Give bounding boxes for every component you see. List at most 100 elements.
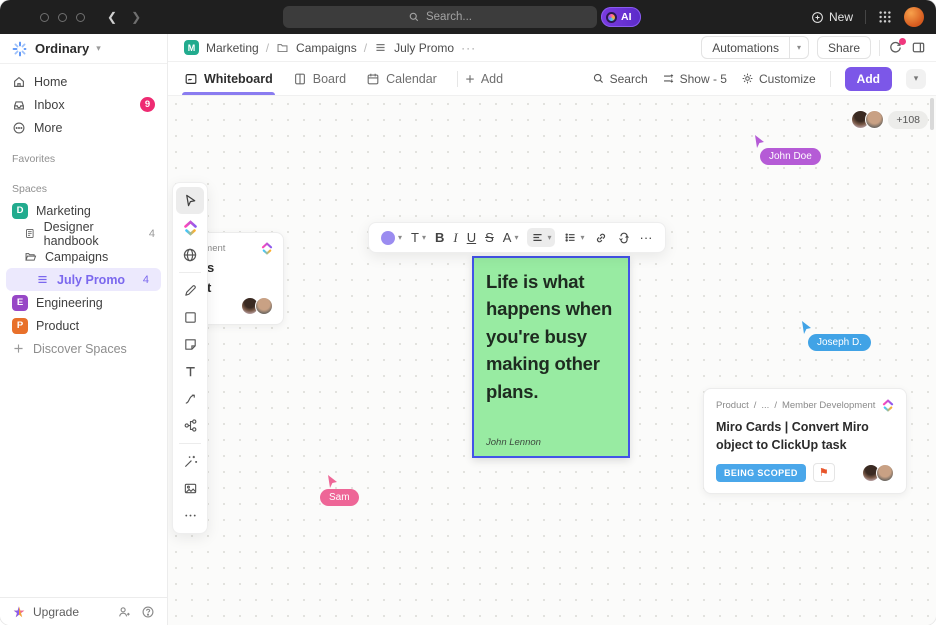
image-tool[interactable] [176,475,204,502]
ai-button[interactable]: AI [601,7,641,27]
space-avatar[interactable]: M [184,40,199,55]
sidebar-item-inbox[interactable]: Inbox 9 [0,93,167,116]
home-icon [12,75,26,89]
share-button[interactable]: Share [817,36,871,59]
mind-map-tool[interactable] [176,412,204,439]
priority-flag-button[interactable]: ⚑ [813,463,835,482]
sidebar-folder-campaigns[interactable]: Campaigns [0,245,167,268]
tab-calendar[interactable]: Calendar [366,62,437,95]
more-tools-button[interactable] [176,502,204,529]
cursor-icon [183,193,198,208]
vertical-scrollbar[interactable] [930,98,934,130]
add-task-button[interactable]: Add [845,67,892,91]
task-card-title[interactable]: Miro Cards | Convert Miro object to Clic… [716,418,894,454]
pen-tool[interactable] [176,277,204,304]
more-circle-icon [12,121,26,135]
magic-wand-icon [183,454,198,469]
tab-whiteboard[interactable]: Whiteboard [184,62,273,95]
spaces-section-label[interactable]: Spaces [0,169,167,199]
whiteboard-toolbar [172,182,208,534]
sidebar-item-discover-spaces[interactable]: Discover Spaces [0,337,167,360]
chevron-down-icon: ▾ [422,233,426,242]
connector-tool[interactable] [176,385,204,412]
global-search-placeholder: Search... [426,11,472,23]
automations-chevron-button[interactable]: ▾ [790,36,809,59]
select-tool[interactable] [176,187,204,214]
bold-button[interactable]: B [435,230,444,245]
tab-board[interactable]: Board [293,62,346,95]
breadcrumb-folder[interactable]: Campaigns [296,41,357,55]
help-icon[interactable] [141,605,155,619]
ellipsis-icon [183,508,198,523]
workspace-switcher[interactable]: Ordinary ▾ [0,34,167,64]
add-view-button[interactable]: Add [464,72,503,86]
sidebar-item-designer-handbook[interactable]: Designer handbook 4 [0,222,167,245]
view-search-button[interactable]: Search [592,72,648,86]
folder-icon [276,41,289,54]
sidebar-space-product[interactable]: P Product [0,314,167,337]
web-embed-tool[interactable] [176,241,204,268]
window-minimize-icon[interactable] [58,13,67,22]
cursor-label-joseph: Joseph D. [808,334,871,351]
divider [879,40,880,56]
sticky-note-text[interactable]: Life is what happens when you're busy ma… [486,268,616,405]
task-card[interactable]: Product / ... / Member Development Miro … [703,388,907,494]
connector-arrow-icon [183,391,198,406]
apps-grid-icon[interactable] [878,10,892,24]
sidebar-item-july-promo[interactable]: July Promo 4 [6,268,161,291]
divider [865,10,866,24]
show-settings-icon [662,72,675,85]
activity-button[interactable] [888,40,903,55]
link-button[interactable] [594,231,608,245]
status-badge[interactable]: BEING SCOPED [716,464,806,482]
more-format-button[interactable]: ··· [640,230,653,245]
chevron-down-icon: ▾ [580,233,584,242]
strikethrough-button[interactable]: S [485,230,494,245]
text-color-dropdown[interactable]: A▾ [503,230,519,245]
window-close-icon[interactable] [40,13,49,22]
presence-overflow-count[interactable]: +108 [888,111,928,129]
back-icon[interactable]: ❮ [107,10,117,24]
upgrade-label[interactable]: Upgrade [33,605,79,619]
sidebar-space-engineering[interactable]: E Engineering [0,291,167,314]
presence-avatars[interactable]: +108 [851,110,928,129]
sticky-note[interactable]: Life is what happens when you're busy ma… [472,256,630,458]
customize-button[interactable]: Customize [741,72,816,86]
location-header: M Marketing / Campaigns / July Promo ···… [168,34,936,62]
window-controls[interactable] [40,13,85,22]
new-button[interactable]: New [811,10,853,24]
breadcrumb-space[interactable]: Marketing [206,41,259,55]
italic-button[interactable]: I [453,230,457,246]
window-maximize-icon[interactable] [76,13,85,22]
magic-wand-tool[interactable] [176,448,204,475]
show-filter-button[interactable]: Show - 5 [662,72,727,86]
collaborator-avatar[interactable] [865,110,884,129]
invite-user-icon[interactable] [117,605,131,619]
text-tool[interactable] [176,358,204,385]
clickup-ai-tool[interactable] [176,214,204,241]
assignee-avatar[interactable] [876,464,894,482]
convert-button[interactable] [617,231,631,245]
forward-icon[interactable]: ❯ [131,10,141,24]
add-options-button[interactable]: ▾ [906,69,926,89]
fill-color-picker[interactable]: ▾ [381,231,402,245]
sticky-note-tool[interactable] [176,331,204,358]
mind-map-icon [183,418,198,433]
list-dropdown[interactable]: ▾ [564,231,584,244]
user-avatar[interactable] [904,7,924,27]
sidebar-item-more[interactable]: More [0,116,167,139]
plus-circle-icon [811,11,824,24]
underline-button[interactable]: U [467,230,476,245]
cursor-label-john-doe: John Doe [760,148,821,165]
panel-toggle-icon[interactable] [911,40,926,55]
automations-button[interactable]: Automations [701,36,790,59]
text-style-dropdown[interactable]: T▾ [411,230,426,245]
favorites-section-label[interactable]: Favorites [0,139,167,169]
global-search-input[interactable]: Search... [283,6,597,28]
whiteboard-canvas[interactable]: +108 John Doe Joseph D. Sam pment ns nt [168,96,936,625]
shape-tool[interactable] [176,304,204,331]
align-dropdown[interactable]: ▾ [527,228,555,247]
breadcrumb-list[interactable]: July Promo [394,41,454,55]
breadcrumb-more-icon[interactable]: ··· [461,41,476,55]
sidebar-item-home[interactable]: Home [0,70,167,93]
